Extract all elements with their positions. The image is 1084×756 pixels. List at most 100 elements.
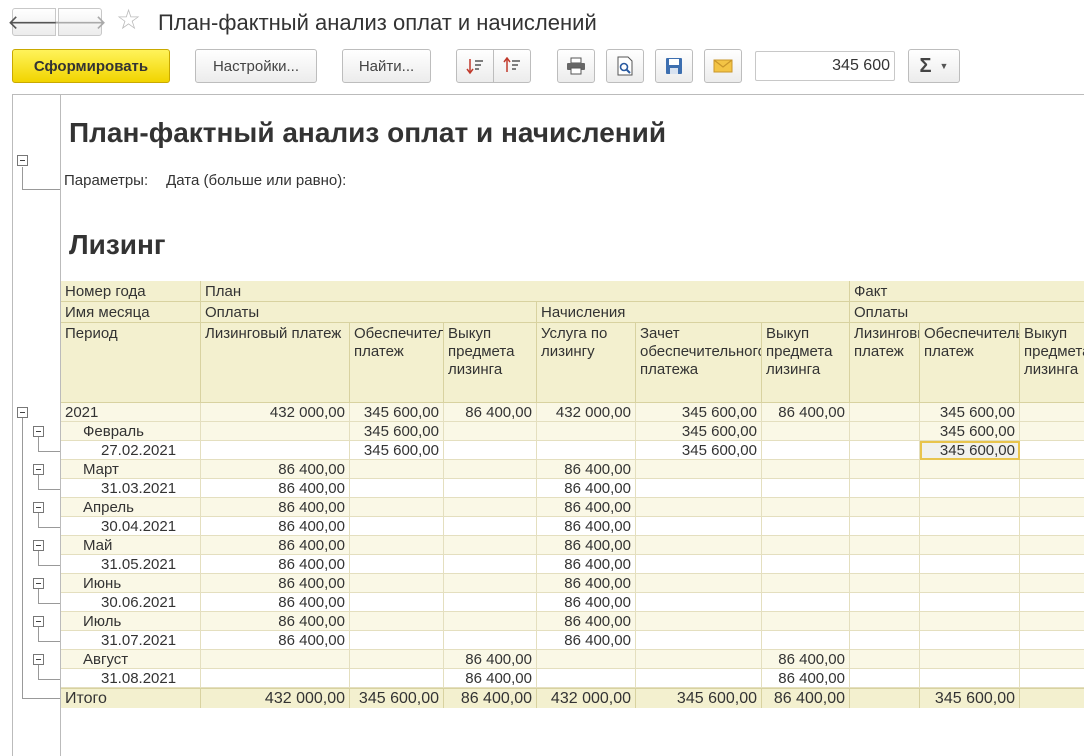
table-cell[interactable] xyxy=(850,441,920,460)
back-button[interactable]: 🡐 xyxy=(7,8,61,36)
table-cell[interactable] xyxy=(850,593,920,612)
table-cell[interactable] xyxy=(1020,631,1084,650)
table-cell[interactable] xyxy=(636,479,762,498)
row-label[interactable]: 30.06.2021 xyxy=(61,593,201,612)
settings-button[interactable]: Настройки... xyxy=(195,49,317,83)
table-cell[interactable] xyxy=(920,498,1020,517)
table-cell[interactable] xyxy=(636,593,762,612)
report-area[interactable]: План-фактный анализ оплат и начислений П… xyxy=(12,94,1084,756)
table-cell[interactable]: 86 400,00 xyxy=(201,479,350,498)
row-label[interactable]: 2021 xyxy=(61,403,201,422)
table-cell[interactable] xyxy=(444,441,537,460)
table-cell[interactable] xyxy=(537,669,636,688)
selection-sum-field[interactable]: 345 600 xyxy=(755,51,895,81)
table-cell[interactable] xyxy=(444,593,537,612)
table-cell[interactable] xyxy=(762,536,850,555)
table-cell[interactable] xyxy=(636,536,762,555)
table-cell[interactable] xyxy=(350,517,444,536)
table-cell[interactable]: 86 400,00 xyxy=(201,498,350,517)
table-cell[interactable] xyxy=(350,498,444,517)
table-cell[interactable] xyxy=(920,669,1020,688)
table-cell[interactable] xyxy=(850,555,920,574)
table-cell[interactable]: 345 600,00 xyxy=(636,403,762,422)
table-cell[interactable] xyxy=(1020,479,1084,498)
table-cell[interactable] xyxy=(920,536,1020,555)
table-cell[interactable] xyxy=(762,479,850,498)
table-cell[interactable] xyxy=(350,460,444,479)
table-cell[interactable] xyxy=(636,612,762,631)
table-cell[interactable] xyxy=(636,631,762,650)
table-cell[interactable] xyxy=(762,612,850,631)
table-cell[interactable] xyxy=(850,460,920,479)
table-cell[interactable]: 345 600,00 xyxy=(636,422,762,441)
table-cell[interactable] xyxy=(444,574,537,593)
row-label[interactable]: Апрель xyxy=(61,498,201,517)
table-cell[interactable] xyxy=(920,631,1020,650)
table-cell[interactable]: 86 400,00 xyxy=(537,593,636,612)
table-cell[interactable]: 86 400,00 xyxy=(537,479,636,498)
row-label[interactable]: Февраль xyxy=(61,422,201,441)
table-cell[interactable]: 86 400,00 xyxy=(537,536,636,555)
table-cell[interactable]: 86 400,00 xyxy=(201,593,350,612)
table-cell[interactable] xyxy=(920,593,1020,612)
table-cell[interactable] xyxy=(636,517,762,536)
table-cell[interactable]: 86 400,00 xyxy=(537,612,636,631)
table-cell[interactable] xyxy=(1020,612,1084,631)
collapse-row-group-icon[interactable] xyxy=(33,464,44,475)
row-label[interactable]: Май xyxy=(61,536,201,555)
table-cell[interactable] xyxy=(762,574,850,593)
table-cell[interactable] xyxy=(850,669,920,688)
table-cell[interactable] xyxy=(1020,422,1084,441)
table-cell[interactable] xyxy=(850,498,920,517)
table-cell[interactable] xyxy=(850,612,920,631)
sum-mode-dropdown[interactable]: Σ ▼ xyxy=(908,49,960,83)
table-cell[interactable]: 86 400,00 xyxy=(537,517,636,536)
table-cell[interactable] xyxy=(350,479,444,498)
table-cell[interactable] xyxy=(444,536,537,555)
table-cell[interactable] xyxy=(762,460,850,479)
table-cell[interactable]: 86 400,00 xyxy=(201,460,350,479)
sort-collapse-button[interactable] xyxy=(493,49,531,83)
table-cell[interactable]: 86 400,00 xyxy=(201,574,350,593)
table-cell[interactable] xyxy=(920,555,1020,574)
table-cell[interactable]: 86 400,00 xyxy=(201,631,350,650)
table-cell[interactable]: 86 400,00 xyxy=(201,555,350,574)
table-cell[interactable] xyxy=(850,403,920,422)
table-cell[interactable] xyxy=(1020,460,1084,479)
table-cell[interactable]: 86 400,00 xyxy=(762,650,850,669)
table-cell[interactable]: 345 600,00 xyxy=(920,441,1020,460)
row-label[interactable]: Август xyxy=(61,650,201,669)
table-cell[interactable] xyxy=(762,498,850,517)
table-cell[interactable] xyxy=(1020,517,1084,536)
table-cell[interactable] xyxy=(850,631,920,650)
collapse-row-group-icon[interactable] xyxy=(33,616,44,627)
table-cell[interactable] xyxy=(1020,669,1084,688)
table-cell[interactable]: 86 400,00 xyxy=(444,669,537,688)
table-cell[interactable] xyxy=(444,460,537,479)
table-cell[interactable] xyxy=(1020,574,1084,593)
table-cell[interactable] xyxy=(350,650,444,669)
table-cell[interactable] xyxy=(444,422,537,441)
table-cell[interactable] xyxy=(762,631,850,650)
table-cell[interactable] xyxy=(762,441,850,460)
table-cell[interactable]: 432 000,00 xyxy=(537,403,636,422)
table-cell[interactable]: 345 600,00 xyxy=(636,441,762,460)
table-cell[interactable] xyxy=(920,650,1020,669)
find-button[interactable]: Найти... xyxy=(342,49,431,83)
table-cell[interactable] xyxy=(350,612,444,631)
table-cell[interactable] xyxy=(537,441,636,460)
table-cell[interactable]: 86 400,00 xyxy=(537,631,636,650)
table-cell[interactable] xyxy=(1020,650,1084,669)
table-cell[interactable] xyxy=(444,555,537,574)
table-cell[interactable] xyxy=(762,593,850,612)
table-cell[interactable] xyxy=(850,650,920,669)
table-cell[interactable] xyxy=(1020,536,1084,555)
sort-expand-button[interactable] xyxy=(456,49,494,83)
row-label[interactable]: 31.03.2021 xyxy=(61,479,201,498)
table-cell[interactable] xyxy=(201,441,350,460)
table-cell[interactable]: 345 600,00 xyxy=(920,403,1020,422)
table-cell[interactable] xyxy=(850,574,920,593)
table-cell[interactable]: 86 400,00 xyxy=(201,612,350,631)
table-cell[interactable] xyxy=(201,422,350,441)
table-cell[interactable]: 86 400,00 xyxy=(537,460,636,479)
